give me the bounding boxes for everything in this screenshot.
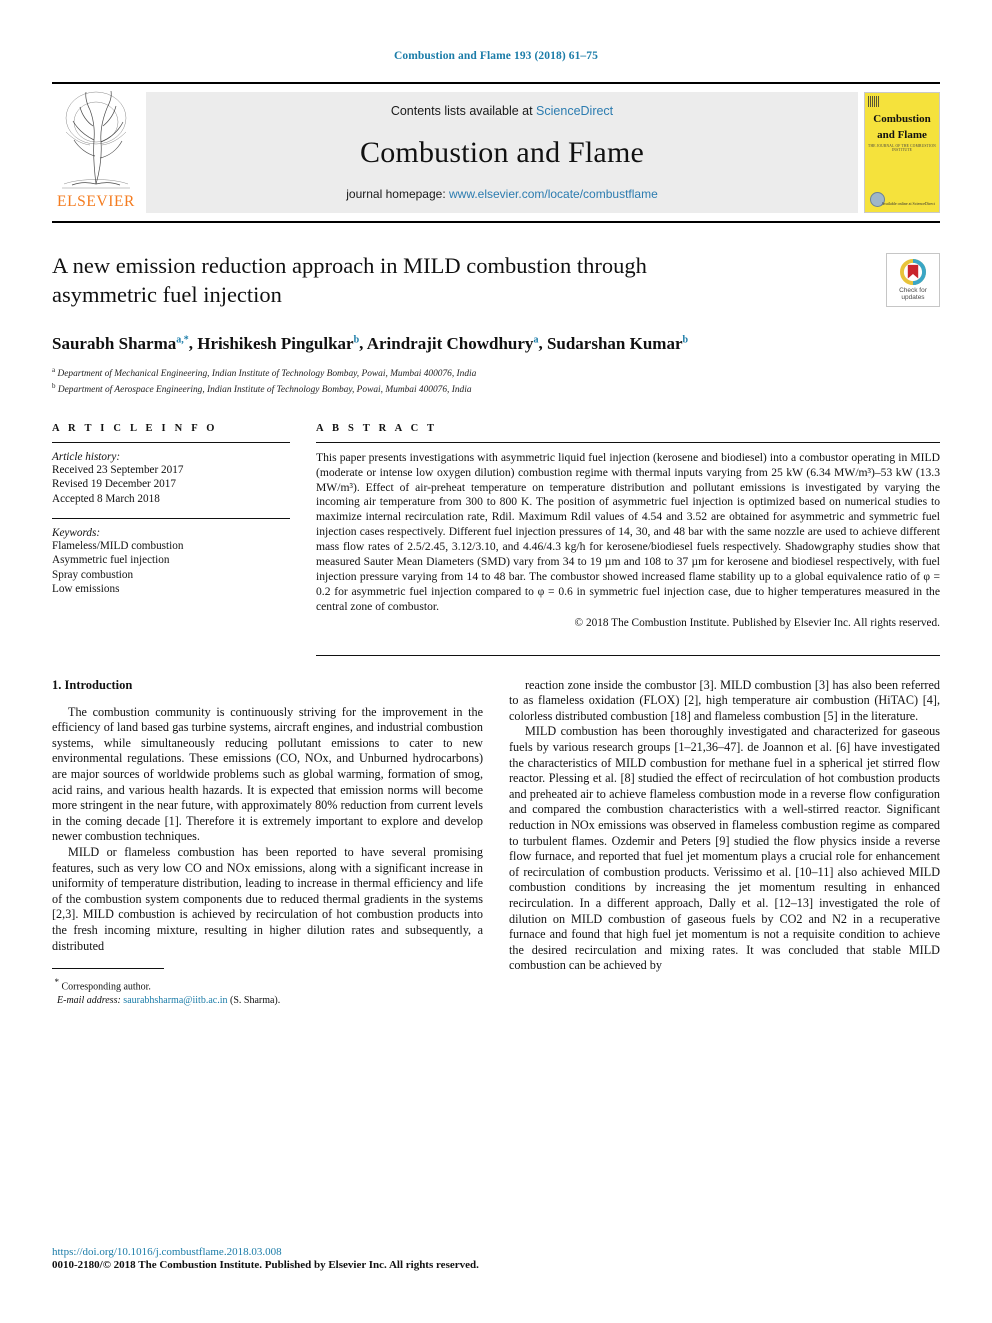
abstract-rule (316, 441, 940, 443)
cover-subtitle: THE JOURNAL OF THE COMBUSTION INSTITUTE (868, 144, 936, 152)
doi-link[interactable]: https://doi.org/10.1016/j.combustflame.2… (52, 1246, 940, 1258)
journal-homepage-line: journal homepage: www.elsevier.com/locat… (346, 187, 658, 201)
elsevier-tree-icon (62, 90, 130, 189)
author-4-marks: b (682, 334, 689, 345)
keywords-label: Keywords: (52, 526, 101, 539)
affiliation-a-text: Department of Mechanical Engineering, In… (57, 368, 477, 379)
paragraph-right-2: MILD combustion has been thoroughly inve… (509, 724, 940, 973)
crossmark-icon (900, 258, 926, 285)
author-2-marks: b (353, 334, 360, 345)
article-info-column: A R T I C L E I N F O Article history: R… (52, 423, 290, 656)
paragraph-right-1: reaction zone inside the combustor [3]. … (509, 677, 940, 723)
footnote-corresponding-text: Corresponding author. (61, 981, 151, 993)
affiliation-b: b Department of Aerospace Engineering, I… (52, 380, 940, 397)
body-column-left: 1. Introduction The combustion community… (52, 678, 483, 1007)
article-history-label: Article history: (52, 450, 121, 463)
affiliation-b-text: Department of Aerospace Engineering, Ind… (57, 385, 472, 396)
abstract-heading: A B S T R A C T (316, 422, 438, 434)
title-block: A new emission reduction approach in MIL… (52, 251, 940, 397)
author-4-name: Sudarshan Kumar (546, 333, 683, 353)
elsevier-logo: ELSEVIER (52, 84, 140, 221)
keywords-rule (52, 517, 290, 519)
author-3: Arindrajit Chowdhurya (367, 334, 539, 353)
cover-corner-text: Available online at ScienceDirect (881, 201, 935, 206)
article-history-received: Received 23 September 2017 (52, 463, 184, 476)
keyword-2: Asymmetric fuel injection (52, 554, 170, 567)
paragraph-left-2: MILD or flameless combustion has been re… (52, 845, 483, 953)
affiliation-a-mark: a (52, 365, 56, 374)
footnote-email-line: E-mail address: saurabhsharma@iitb.ac.in… (52, 994, 483, 1007)
affiliation-list: a Department of Mechanical Engineering, … (52, 364, 940, 397)
page-footer: https://doi.org/10.1016/j.combustflame.2… (52, 1246, 940, 1271)
author-1-marks: a,* (176, 334, 189, 345)
article-history-accepted: Accepted 8 March 2018 (52, 492, 160, 505)
article-info-heading: A R T I C L E I N F O (52, 422, 218, 434)
page-title: A new emission reduction approach in MIL… (52, 253, 647, 307)
crossmark-label: Check for updates (899, 286, 927, 302)
affiliation-a: a Department of Mechanical Engineering, … (52, 364, 940, 381)
paper-page: Combustion and Flame 193 (2018) 61–75 EL… (0, 0, 992, 1323)
elsevier-wordmark: ELSEVIER (57, 193, 135, 210)
author-list: Saurabh Sharmaa,*, Hrishikesh Pingulkarb… (52, 333, 689, 353)
contents-available-line: Contents lists available at ScienceDirec… (391, 104, 613, 118)
cover-title-line2: and Flame (877, 129, 927, 141)
journal-cover-thumbnail: Combustion and Flame THE JOURNAL OF THE … (864, 92, 940, 213)
keyword-4: Low emissions (52, 583, 120, 596)
sciencedirect-link[interactable]: ScienceDirect (536, 104, 613, 118)
abstract-column: A B S T R A C T This paper presents inve… (316, 423, 940, 656)
info-abstract-row: A R T I C L E I N F O Article history: R… (52, 423, 940, 656)
corresponding-author-footnote: * Corresponding author. E-mail address: … (52, 968, 483, 1006)
homepage-prefix: journal homepage: (346, 187, 449, 201)
footnote-corresponding-line: * Corresponding author. (52, 976, 483, 993)
masthead-center-panel: Contents lists available at ScienceDirec… (146, 92, 858, 213)
cover-title-line1: Combustion (873, 113, 931, 125)
footnote-rule (52, 968, 164, 970)
cover-elsevier-icon (868, 95, 880, 107)
author-2-name: Hrishikesh Pingulkar (197, 333, 354, 353)
keyword-1: Flameless/MILD combustion (52, 539, 184, 552)
abstract-copyright: © 2018 The Combustion Institute. Publish… (574, 616, 940, 629)
author-4: Sudarshan Kumarb (547, 334, 688, 353)
issn-copyright-line: 0010-2180/© 2018 The Combustion Institut… (52, 1259, 479, 1271)
footnote-email-link[interactable]: saurabhsharma@iitb.ac.in (123, 995, 227, 1006)
abstract-text: This paper presents investigations with … (316, 450, 940, 613)
contents-prefix: Contents lists available at (390, 104, 537, 118)
running-head: Combustion and Flame 193 (2018) 61–75 (393, 50, 598, 62)
author-3-marks: a (533, 334, 539, 345)
article-history-revised: Revised 19 December 2017 (52, 478, 176, 491)
journal-masthead: ELSEVIER Contents lists available at Sci… (52, 82, 940, 223)
journal-homepage-link[interactable]: www.elsevier.com/locate/combustflame (449, 187, 658, 201)
journal-title: Combustion and Flame (360, 135, 644, 169)
cover-topbar (865, 93, 939, 109)
affiliation-b-mark: b (52, 382, 56, 391)
footnote-email-suffix: (S. Sharma). (229, 994, 281, 1006)
paragraph-left-1: The combustion community is continuously… (52, 704, 483, 844)
author-3-name: Arindrajit Chowdhury (366, 333, 534, 353)
article-info-rule (52, 441, 290, 443)
body-columns: 1. Introduction The combustion community… (52, 678, 940, 1007)
author-1: Saurabh Sharmaa,* (52, 334, 189, 353)
footnote-asterisk-icon: * (54, 977, 60, 988)
body-column-right: reaction zone inside the combustor [3]. … (509, 678, 940, 1007)
author-2: Hrishikesh Pingulkarb (197, 334, 359, 353)
author-1-name: Saurabh Sharma (52, 333, 177, 353)
section-title-introduction: 1. Introduction (52, 677, 133, 692)
crossmark-badge[interactable]: Check for updates (886, 253, 940, 307)
abstract-bottom-rule (316, 654, 940, 656)
keyword-3: Spray combustion (52, 568, 134, 581)
footnote-email-label: E-mail address: (57, 994, 121, 1006)
